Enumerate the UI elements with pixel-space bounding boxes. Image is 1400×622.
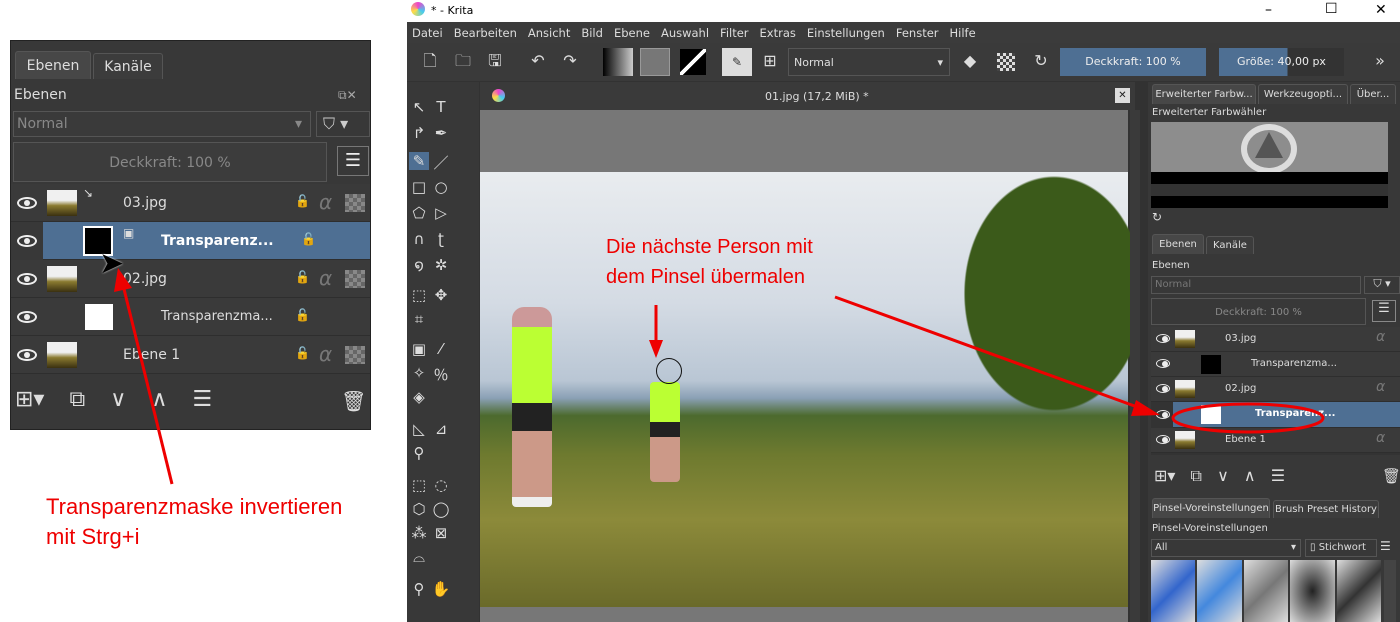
annotation-arrow-right [834,295,1141,410]
annotation-overlay [649,295,1325,434]
annotation-ellipse [1171,402,1325,434]
